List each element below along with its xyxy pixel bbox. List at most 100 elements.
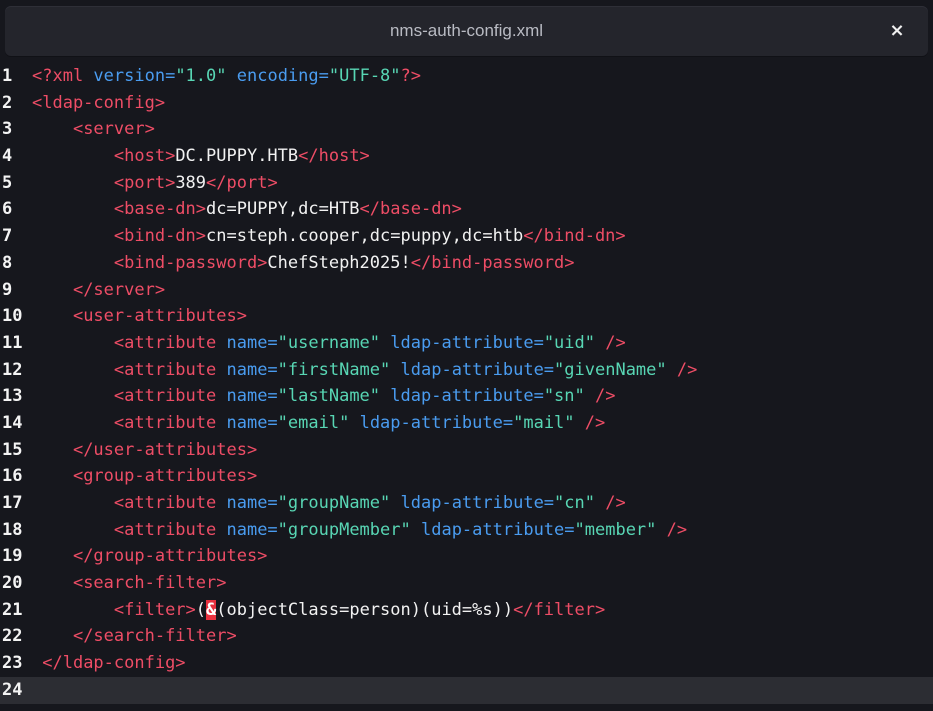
- code-line[interactable]: 4 <host>DC.PUPPY.HTB</host>: [0, 143, 933, 170]
- code-token: name=: [226, 412, 278, 433]
- line-code: <server>: [32, 119, 155, 139]
- highlighted-char: &: [206, 599, 217, 620]
- line-number: 18: [2, 519, 23, 540]
- line-number: 3: [2, 119, 13, 140]
- line-number: 10: [2, 306, 23, 327]
- code-token: <search-filter>: [72, 573, 227, 594]
- line-number: 19: [2, 546, 23, 567]
- code-line[interactable]: 3 <server>: [0, 116, 933, 143]
- line-code: <?xml version="1.0" encoding="UTF-8"?>: [32, 66, 421, 86]
- code-token: </bind-dn>: [523, 226, 626, 247]
- code-line[interactable]: 9 </server>: [0, 277, 933, 304]
- code-line[interactable]: 12 <attribute name="firstName" ldap-attr…: [0, 357, 933, 384]
- close-icon[interactable]: ×: [886, 20, 908, 42]
- code-line[interactable]: 16 <group-attributes>: [0, 463, 933, 490]
- code-line[interactable]: 7 <bind-dn>cn=steph.cooper,dc=puppy,dc=h…: [0, 223, 933, 250]
- line-number: 12: [2, 359, 23, 380]
- code-token: </filter>: [513, 599, 606, 620]
- code-token: "groupName": [277, 493, 391, 513]
- code-line[interactable]: 13 <attribute name="lastName" ldap-attri…: [0, 383, 933, 410]
- code-token: <server>: [72, 119, 155, 140]
- code-token: ldap-attribute=: [359, 412, 514, 433]
- code-token: />: [605, 493, 626, 513]
- code-line[interactable]: 14 <attribute name="email" ldap-attribut…: [0, 410, 933, 437]
- window-title: nms-auth-config.xml: [389, 21, 544, 40]
- code-token: </ldap-config>: [42, 653, 186, 674]
- code-line[interactable]: 15 </user-attributes>: [0, 437, 933, 464]
- code-token: <port>: [113, 172, 176, 193]
- code-line[interactable]: 2 <ldap-config>: [0, 90, 933, 117]
- code-line[interactable]: 10 <user-attributes>: [0, 303, 933, 330]
- code-token: name=: [226, 386, 278, 407]
- code-line[interactable]: 20 <search-filter>: [0, 570, 933, 597]
- code-line[interactable]: 11 <attribute name="username" ldap-attri…: [0, 330, 933, 357]
- code-token: />: [595, 386, 616, 407]
- line-code: </user-attributes>: [32, 440, 257, 460]
- line-code: <attribute name="firstName" ldap-attribu…: [32, 360, 697, 380]
- code-token: </bind-password>: [410, 252, 575, 273]
- line-code: <search-filter>: [32, 573, 227, 594]
- code-token: "email": [277, 412, 350, 433]
- code-line[interactable]: 21 <filter>(&(objectClass=person)(uid=%s…: [0, 597, 933, 624]
- code-line[interactable]: 5 <port>389</port>: [0, 170, 933, 197]
- code-token: />: [676, 359, 698, 380]
- line-code: </ldap-config>: [32, 653, 186, 674]
- line-code: <bind-password>ChefSteph2025!</bind-pass…: [32, 252, 575, 273]
- code-line[interactable]: 17 <attribute name="groupName" ldap-attr…: [0, 490, 933, 517]
- line-code: <ldap-config>: [32, 93, 165, 113]
- code-line[interactable]: 1 <?xml version="1.0" encoding="UTF-8"?>: [0, 63, 933, 90]
- code-editor[interactable]: 1 <?xml version="1.0" encoding="UTF-8"?> 2…: [0, 63, 933, 711]
- code-token: (: [195, 599, 207, 620]
- code-line[interactable]: 18 <attribute name="groupMember" ldap-at…: [0, 517, 933, 544]
- code-token: <bind-dn>: [113, 226, 207, 247]
- code-line[interactable]: 19 </group-attributes>: [0, 543, 933, 570]
- line-number: 7: [2, 226, 13, 247]
- code-token: <attribute: [113, 359, 227, 380]
- code-token: <attribute: [113, 332, 227, 353]
- code-token: <group-attributes>: [72, 466, 258, 487]
- code-line[interactable]: 22 </search-filter>: [0, 623, 933, 650]
- line-number: 14: [2, 412, 23, 433]
- code-token: <base-dn>: [113, 199, 207, 220]
- line-code: <group-attributes>: [32, 466, 257, 486]
- line-number: 8: [2, 252, 13, 273]
- line-number: 13: [2, 386, 23, 407]
- code-token: </server>: [72, 279, 166, 300]
- code-token: "sn": [543, 386, 585, 407]
- code-token: />: [584, 412, 606, 433]
- code-token: </search-filter>: [72, 626, 237, 647]
- code-token: name=: [226, 519, 278, 540]
- code-line[interactable]: 24: [0, 676, 933, 704]
- code-line[interactable]: 23 </ldap-config>: [0, 650, 933, 677]
- code-token: "member": [574, 519, 657, 540]
- code-token: dc=PUPPY,dc=HTB: [206, 199, 360, 220]
- line-code: <attribute name="lastName" ldap-attribut…: [32, 386, 616, 406]
- code-token: cn=steph.cooper,dc=puppy,dc=htb: [206, 226, 524, 247]
- line-code: <filter>(&(objectClass=person)(uid=%s))<…: [32, 599, 606, 620]
- code-token: "username": [277, 332, 381, 353]
- code-line[interactable]: 6 <base-dn>dc=PUPPY,dc=HTB</base-dn>: [0, 196, 933, 223]
- line-code: <attribute name="username" ldap-attribut…: [32, 333, 626, 353]
- code-token: "groupMember": [277, 519, 411, 540]
- line-number: 23: [2, 653, 23, 674]
- code-token: <attribute: [113, 412, 227, 433]
- line-number: 21: [2, 599, 23, 620]
- line-code: </group-attributes>: [32, 546, 267, 566]
- code-token: <attribute: [113, 386, 227, 407]
- code-line[interactable]: 8 <bind-password>ChefSteph2025!</bind-pa…: [0, 250, 933, 277]
